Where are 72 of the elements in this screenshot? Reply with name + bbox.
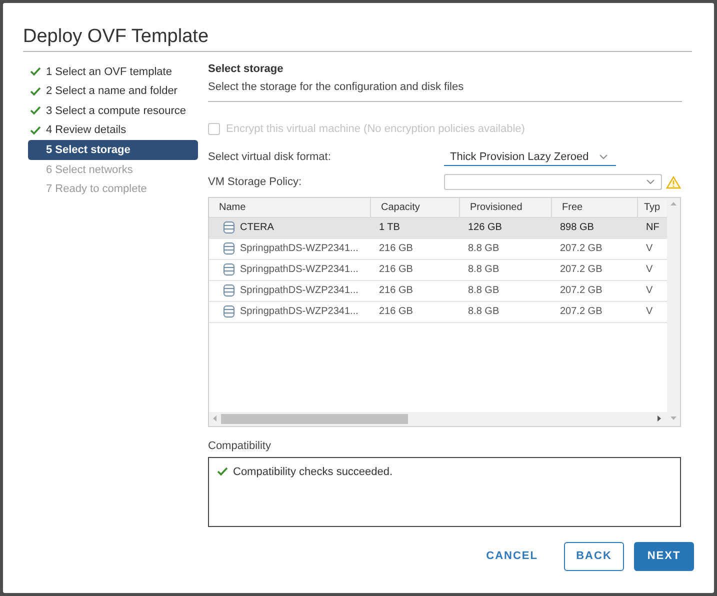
check-icon: [30, 86, 41, 96]
column-header[interactable]: Provisioned: [460, 198, 552, 216]
column-header[interactable]: Free: [552, 198, 638, 216]
column-header[interactable]: Typ: [638, 198, 667, 216]
table-cell-text: 898 GB: [560, 221, 594, 235]
table-cell-text: 216 GB: [379, 263, 413, 277]
table-row[interactable]: SpringpathDS-WZP2341... 216 GB 8.8 GB 207.2 GB V: [209, 238, 667, 260]
table-cell-text: V: [646, 305, 653, 319]
table-cell-text: 207.2 GB: [560, 284, 602, 298]
table-cell-text: 8.8 GB: [468, 263, 500, 277]
table-cell-text: 216 GB: [379, 305, 413, 319]
compatibility-message: Compatibility checks succeeded.: [233, 464, 393, 480]
horizontal-scrollbar[interactable]: [209, 412, 680, 426]
back-button[interactable]: BACK: [564, 542, 624, 570]
chevron-down-icon: [646, 179, 655, 186]
table-cell-text: 216 GB: [379, 284, 413, 298]
table-cell-text: 207.2 GB: [560, 305, 602, 319]
table-cell-text: V: [646, 242, 653, 256]
scrollbar-thumb[interactable]: [221, 414, 408, 424]
section-heading: Select storage: [208, 62, 284, 76]
dialog-title: Deploy OVF Template: [23, 25, 210, 49]
database-icon: [223, 284, 235, 297]
wizard-step[interactable]: 4 Review details: [28, 120, 198, 140]
database-icon: [223, 305, 235, 318]
table-cell-text: 8.8 GB: [468, 284, 500, 298]
cancel-button[interactable]: CANCEL: [470, 542, 554, 570]
table-cell-text: V: [646, 263, 653, 277]
vertical-scrollbar[interactable]: [667, 198, 680, 412]
check-icon: [30, 67, 41, 76]
database-icon: [223, 242, 235, 255]
disk-format-dropdown[interactable]: Thick Provision Lazy Zeroed: [444, 149, 616, 166]
table-cell-text: 216 GB: [379, 242, 413, 256]
chevron-down-icon: [598, 154, 608, 160]
table-cell-text: SpringpathDS-WZP2341...: [240, 305, 358, 319]
table-cell-text: 8.8 GB: [468, 305, 500, 319]
storage-policy-dropdown[interactable]: [444, 174, 662, 190]
table-cell-text: SpringpathDS-WZP2341...: [240, 284, 358, 298]
scroll-up-icon[interactable]: [670, 200, 677, 206]
table-cell-text: 207.2 GB: [560, 263, 602, 277]
wizard-step[interactable]: 1 Select an OVF template: [28, 62, 198, 82]
table-cell-text: V: [646, 284, 653, 298]
table-cell-text: 126 GB: [468, 221, 502, 235]
field-label: VM Storage Policy:: [208, 175, 303, 190]
database-icon: [223, 221, 235, 234]
table-row[interactable]: CTERA 1 TB 126 GB 898 GB NF: [209, 218, 667, 238]
table-cell-text: CTERA: [240, 221, 274, 235]
scroll-left-icon[interactable]: [212, 415, 217, 422]
check-icon: [30, 126, 41, 136]
wizard-step[interactable]: 5 Select storage: [28, 140, 198, 160]
check-icon: [30, 106, 41, 116]
table-cell-text: 1 TB: [379, 221, 400, 235]
table-cell-text: NF: [646, 221, 660, 235]
table-cell-text: SpringpathDS-WZP2341...: [240, 263, 358, 277]
table-row[interactable]: SpringpathDS-WZP2341... 216 GB 8.8 GB 207.2 GB V: [209, 260, 667, 280]
table-cell-text: 207.2 GB: [560, 242, 602, 256]
column-header[interactable]: Capacity: [371, 198, 460, 216]
table-row[interactable]: SpringpathDS-WZP2341... 216 GB 8.8 GB 207.2 GB V: [209, 302, 667, 322]
wizard-step[interactable]: 2 Select a name and folder: [28, 82, 198, 102]
section-label: Compatibility: [208, 438, 272, 452]
column-header[interactable]: Name: [209, 198, 371, 216]
checkbox-label: Encrypt this virtual machine (No encryption policies available): [226, 122, 525, 137]
table-cell-text: 8.8 GB: [468, 242, 500, 256]
field-label: Select virtual disk format:: [208, 150, 332, 166]
scroll-down-icon[interactable]: [670, 416, 677, 421]
table-row[interactable]: SpringpathDS-WZP2341... 216 GB 8.8 GB 207.2 GB V: [209, 280, 667, 302]
scroll-right-icon[interactable]: [657, 415, 662, 422]
wizard-step[interactable]: 3 Select a compute resource: [28, 101, 198, 121]
check-icon: [217, 466, 228, 476]
table-cell-text: SpringpathDS-WZP2341...: [240, 242, 358, 256]
database-icon: [223, 263, 235, 276]
next-button[interactable]: NEXT: [634, 542, 694, 570]
section-description: Select the storage for the configuration and disk files: [208, 80, 465, 94]
